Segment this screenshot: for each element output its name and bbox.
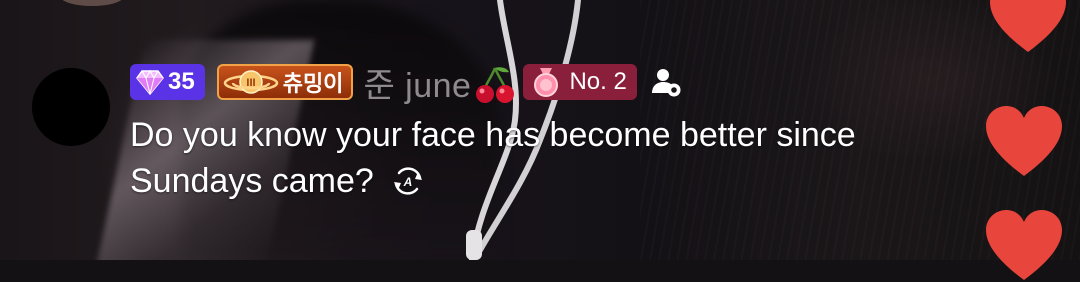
gift-level-value: 35 xyxy=(168,68,195,95)
rank-label: No. 2 xyxy=(569,68,627,95)
fan-club-name: 츄밍이 xyxy=(282,71,344,96)
heart-icon xyxy=(990,0,1066,52)
svg-text:A: A xyxy=(403,175,413,189)
medal-icon xyxy=(534,68,559,97)
auto-translate-icon[interactable]: A xyxy=(391,164,425,198)
person-settings-icon[interactable] xyxy=(649,65,683,99)
diamond-gem-icon xyxy=(136,69,164,95)
username[interactable]: 준 june xyxy=(363,58,471,107)
fan-club-badge[interactable]: III 츄밍이 xyxy=(216,64,354,100)
comment-message: Do you know your face has become better … xyxy=(130,112,1010,204)
svg-text:III: III xyxy=(246,77,255,89)
comment-header: 35 III 츄밍이 준 june No. 2 xyxy=(130,62,683,105)
heart-icon xyxy=(986,210,1062,280)
heart-icon xyxy=(986,106,1062,176)
planet-heart-icon: III xyxy=(223,70,278,94)
comment-text-line-1: Do you know your face has become better … xyxy=(130,116,856,154)
cherry-icon xyxy=(476,67,515,103)
rank-badge[interactable]: No. 2 xyxy=(523,64,637,100)
gift-level-badge[interactable]: 35 xyxy=(130,64,205,100)
comment-text-line-2: Sundays came? xyxy=(130,162,374,200)
avatar[interactable] xyxy=(32,68,110,146)
live-comment[interactable]: 35 III 츄밍이 준 june No. 2 Do you know your… xyxy=(0,0,1080,260)
